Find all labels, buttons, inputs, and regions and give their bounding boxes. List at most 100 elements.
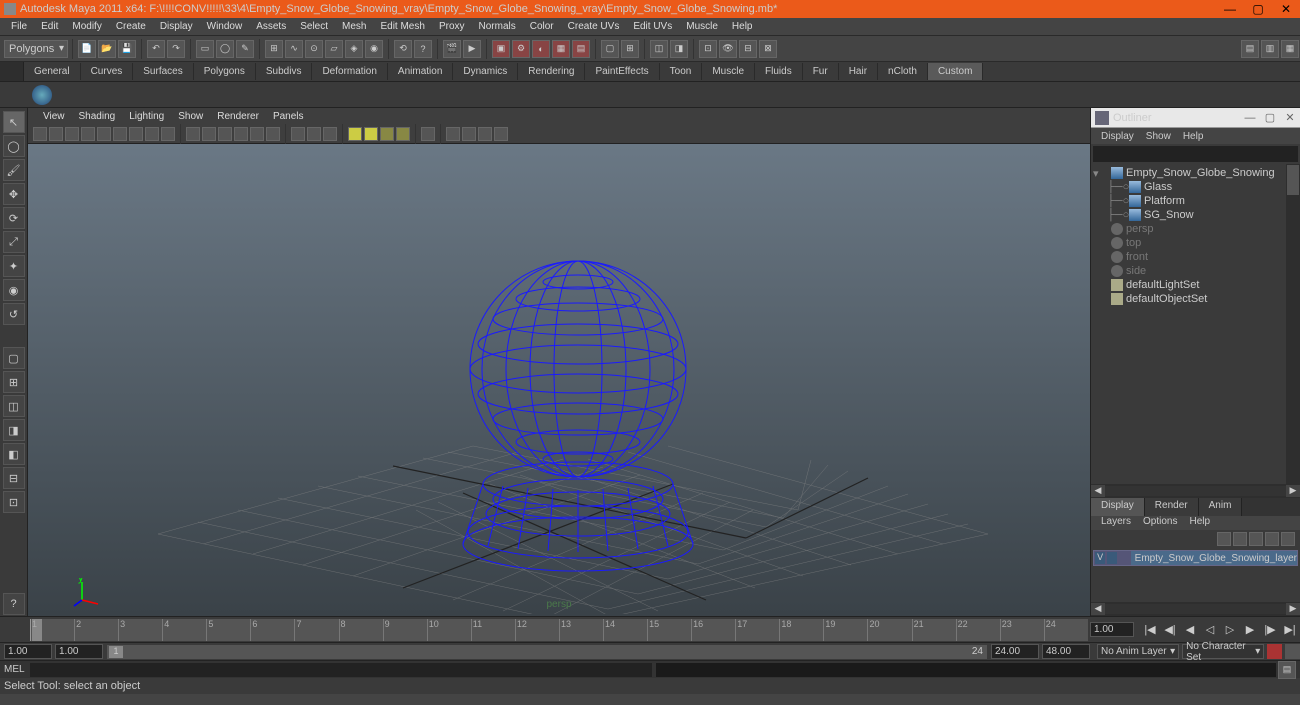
menu-proxy[interactable]: Proxy bbox=[432, 21, 472, 32]
outliner-scrollbar[interactable] bbox=[1286, 164, 1300, 484]
time-slider[interactable]: 123456789101112131415161718192021222324 … bbox=[0, 616, 1300, 642]
render-settings-button[interactable]: ⚙ bbox=[512, 40, 530, 58]
range-start-outer-field[interactable]: 1.00 bbox=[4, 644, 52, 659]
scale-tool[interactable]: ⤢ bbox=[3, 231, 25, 253]
layer-menu-options[interactable]: Options bbox=[1137, 516, 1183, 530]
menu-select[interactable]: Select bbox=[293, 21, 335, 32]
layer-tab-anim[interactable]: Anim bbox=[1199, 498, 1243, 516]
outliner-menu-show[interactable]: Show bbox=[1140, 131, 1177, 142]
lasso-select-button[interactable]: ◯ bbox=[216, 40, 234, 58]
smooth-shade-icon[interactable] bbox=[202, 127, 216, 141]
shelf-tab-animation[interactable]: Animation bbox=[388, 63, 453, 80]
menu-assets[interactable]: Assets bbox=[249, 21, 293, 32]
set-key-button[interactable] bbox=[1267, 644, 1282, 659]
render-button[interactable]: 🎬 bbox=[443, 40, 461, 58]
shadows-icon[interactable] bbox=[250, 127, 264, 141]
range-handle-start[interactable]: 1 bbox=[109, 646, 123, 658]
exposure-icon[interactable] bbox=[462, 127, 476, 141]
outliner-item[interactable]: top bbox=[1093, 236, 1298, 250]
shelf-tab-toon[interactable]: Toon bbox=[660, 63, 703, 80]
batch-render-button[interactable]: ▤ bbox=[572, 40, 590, 58]
outliner-item[interactable]: ├─○ Platform bbox=[1093, 194, 1298, 208]
command-input[interactable] bbox=[30, 663, 652, 677]
four-view-button[interactable]: ⊞ bbox=[3, 371, 25, 393]
panel-menu-shading[interactable]: Shading bbox=[72, 111, 123, 122]
go-to-end-button[interactable]: ▶| bbox=[1282, 622, 1298, 638]
shelf-tab-surfaces[interactable]: Surfaces bbox=[133, 63, 193, 80]
wireframe-shaded-button[interactable]: ◨ bbox=[670, 40, 688, 58]
2d-pan-icon[interactable] bbox=[81, 127, 95, 141]
hypershade-persp-button[interactable]: ◧ bbox=[3, 443, 25, 465]
outliner-item[interactable]: ├─○ SG_Snow bbox=[1093, 208, 1298, 222]
single-view-button[interactable]: ▢ bbox=[3, 347, 25, 369]
snap-grid-button[interactable]: ⊞ bbox=[265, 40, 283, 58]
shelf-tab-custom[interactable]: Custom bbox=[928, 63, 983, 80]
menu-muscle[interactable]: Muscle bbox=[679, 21, 725, 32]
open-scene-button[interactable]: 📂 bbox=[98, 40, 116, 58]
outliner-tree[interactable]: ▾ Empty_Snow_Globe_Snowing├─○ Glass├─○ P… bbox=[1091, 164, 1300, 484]
layer-delete-button[interactable] bbox=[1281, 532, 1295, 546]
layer-tab-display[interactable]: Display bbox=[1091, 498, 1145, 516]
menu-modify[interactable]: Modify bbox=[65, 21, 108, 32]
gate-mask-icon[interactable] bbox=[161, 127, 175, 141]
tool-settings-toggle[interactable]: ▥ bbox=[1261, 40, 1279, 58]
make-live-button[interactable]: ◉ bbox=[365, 40, 383, 58]
paint-select-button[interactable]: ✎ bbox=[236, 40, 254, 58]
move-tool[interactable]: ✥ bbox=[3, 183, 25, 205]
play-forward-button[interactable]: ▷ bbox=[1222, 622, 1238, 638]
range-start-inner-field[interactable]: 1.00 bbox=[55, 644, 103, 659]
ipr-render-button[interactable]: ▶ bbox=[463, 40, 481, 58]
current-time-field[interactable]: 1.00 bbox=[1090, 622, 1134, 637]
layer-tab-render[interactable]: Render bbox=[1145, 498, 1199, 516]
menu-display[interactable]: Display bbox=[153, 21, 200, 32]
lasso-tool[interactable]: ◯ bbox=[3, 135, 25, 157]
shelf-menu-button[interactable] bbox=[0, 62, 24, 81]
viewport[interactable]: y persp bbox=[28, 144, 1090, 616]
step-back-button[interactable]: ◀ bbox=[1182, 622, 1198, 638]
xray-icon[interactable] bbox=[307, 127, 321, 141]
auto-key-toggle[interactable] bbox=[1285, 644, 1300, 659]
snap-live-button[interactable]: ◈ bbox=[345, 40, 363, 58]
minimize-button[interactable]: — bbox=[1216, 0, 1244, 18]
textured-icon[interactable] bbox=[218, 127, 232, 141]
gamma-icon[interactable] bbox=[478, 127, 492, 141]
persp-outliner-button[interactable]: ◫ bbox=[3, 395, 25, 417]
menu-mesh[interactable]: Mesh bbox=[335, 21, 373, 32]
layer-menu-help[interactable]: Help bbox=[1183, 516, 1216, 530]
menu-create[interactable]: Create bbox=[109, 21, 153, 32]
panel-menu-view[interactable]: View bbox=[36, 111, 72, 122]
menu-color[interactable]: Color bbox=[523, 21, 561, 32]
snap-curve-button[interactable]: ∿ bbox=[285, 40, 303, 58]
viewport-renderer-icon[interactable] bbox=[446, 127, 460, 141]
go-to-start-button[interactable]: |◀ bbox=[1142, 622, 1158, 638]
rotate-tool[interactable]: ⟳ bbox=[3, 207, 25, 229]
anim-layer-dropdown[interactable]: No Anim Layer bbox=[1097, 644, 1179, 659]
outliner-item[interactable]: persp bbox=[1093, 222, 1298, 236]
history-toggle-button[interactable]: ⟲ bbox=[394, 40, 412, 58]
layer-new-empty-button[interactable] bbox=[1249, 532, 1263, 546]
mode-dropdown[interactable]: Polygons bbox=[4, 40, 68, 58]
snap-plane-button[interactable]: ▱ bbox=[325, 40, 343, 58]
new-scene-button[interactable]: 📄 bbox=[78, 40, 96, 58]
outliner-item[interactable]: defaultObjectSet bbox=[1093, 292, 1298, 306]
select-mode-button[interactable]: ▭ bbox=[196, 40, 214, 58]
range-slider[interactable]: 1 24 bbox=[107, 645, 987, 659]
soft-mod-tool[interactable]: ◉ bbox=[3, 279, 25, 301]
layer-vis-toggle[interactable]: V bbox=[1094, 551, 1106, 565]
outliner-item[interactable]: defaultLightSet bbox=[1093, 278, 1298, 292]
range-end-inner-field[interactable]: 24.00 bbox=[991, 644, 1039, 659]
play-back-button[interactable]: ◁ bbox=[1202, 622, 1218, 638]
redo-button[interactable]: ↷ bbox=[167, 40, 185, 58]
menu-file[interactable]: File bbox=[4, 21, 34, 32]
shelf-custom-icon[interactable] bbox=[32, 85, 52, 105]
grid-icon[interactable] bbox=[113, 127, 127, 141]
hypershade-button[interactable]: ◐ bbox=[532, 40, 550, 58]
layer-hscroll[interactable]: ◀▶ bbox=[1091, 602, 1300, 616]
outliner-close-button[interactable]: ✕ bbox=[1280, 111, 1300, 124]
light-icon-3[interactable] bbox=[380, 127, 394, 141]
render-view-button[interactable]: ▦ bbox=[552, 40, 570, 58]
use-lights-icon[interactable] bbox=[234, 127, 248, 141]
shelf-tab-painteffects[interactable]: PaintEffects bbox=[585, 63, 659, 80]
xray-button[interactable]: ◫ bbox=[650, 40, 668, 58]
panel-menu-renderer[interactable]: Renderer bbox=[210, 111, 266, 122]
